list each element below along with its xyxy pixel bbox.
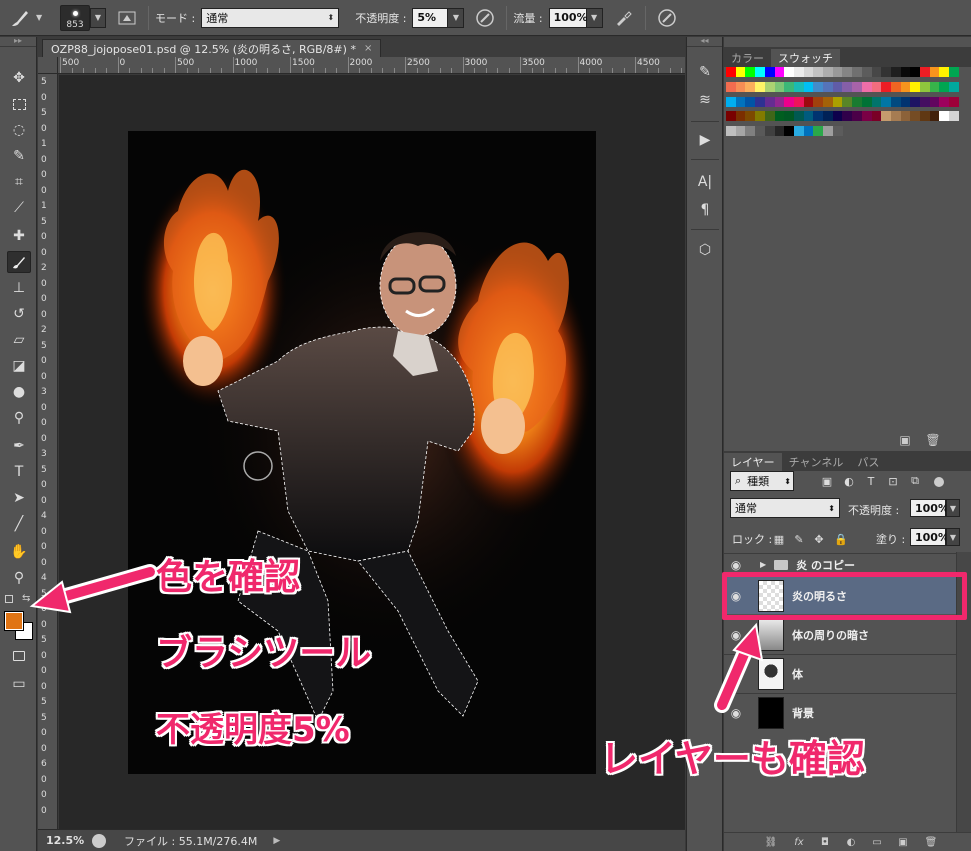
foreground-color-swatch[interactable] bbox=[4, 611, 24, 631]
annotation-check-layer: レイヤーも確認 bbox=[600, 737, 865, 781]
annotation-opacity: 不透明度5% bbox=[156, 710, 350, 750]
layer-highlight-box bbox=[722, 572, 967, 620]
annotation-brush-tool: ブラシツール bbox=[156, 633, 372, 674]
annotation-arrows bbox=[29, 564, 764, 713]
photoshop-window: ▼ 853 ▼ モード : 通常 ⬍ 不透明度 : 5% ▼ 流量: 100%… bbox=[0, 0, 971, 851]
annotation-check-color: 色を確認 bbox=[156, 557, 301, 598]
